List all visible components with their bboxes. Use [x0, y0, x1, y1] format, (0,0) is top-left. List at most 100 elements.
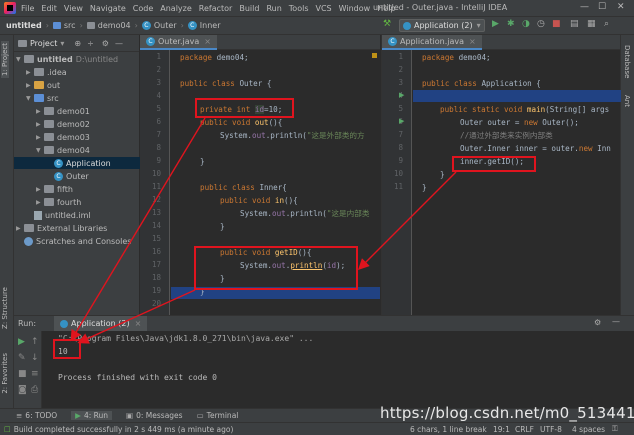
tree-item-fifth[interactable]: ▶ fifth [36, 183, 73, 195]
project-view-select[interactable]: Project [30, 39, 57, 48]
menu-analyze[interactable]: Analyze [160, 4, 192, 13]
menu-run[interactable]: Run [266, 4, 281, 13]
tree-item-outer[interactable]: C Outer [54, 170, 89, 182]
collapse-icon[interactable]: ÷ [87, 39, 94, 48]
ant-tool-tab[interactable]: Ant [623, 95, 631, 107]
breadcrumb-class-outer[interactable]: C Outer [141, 21, 177, 30]
locate-icon[interactable]: ⊕ [74, 39, 81, 48]
tree-item-demo04[interactable]: ▼ demo04 [36, 144, 90, 156]
editor-application-java[interactable]: C Application.java × 1 2 3 4 5 6 7 8 9 1… [381, 34, 621, 315]
terminal-tool-tab[interactable]: ▭ Terminal [197, 411, 239, 420]
stop-icon[interactable]: ■ [552, 19, 561, 29]
code-line: Outer outer = new Outer(); [460, 118, 579, 127]
tree-item-application[interactable]: C Application [14, 157, 140, 169]
line-separator[interactable]: CRLF [515, 425, 534, 434]
line-number: 4 [156, 91, 161, 100]
sdk-icon[interactable]: ▦ [587, 19, 596, 29]
chevron-right-icon: ▶ [36, 107, 41, 115]
menu-edit[interactable]: Edit [41, 4, 57, 13]
menu-vcs[interactable]: VCS [316, 4, 332, 13]
line-number: 15 [151, 234, 161, 243]
breadcrumb-class-inner[interactable]: C Inner [187, 21, 221, 30]
breadcrumb-package[interactable]: demo04 [86, 21, 131, 30]
menu-view[interactable]: View [64, 4, 83, 13]
tree-item-src[interactable]: ▼ src [26, 92, 59, 104]
menu-tools[interactable]: Tools [289, 4, 309, 13]
run-configuration-select[interactable]: Application (2) ▾ [399, 19, 485, 32]
caret-position[interactable]: 19:1 [493, 425, 510, 434]
tree-item-demo01[interactable]: ▶ demo01 [36, 105, 90, 117]
messages-tool-tab[interactable]: ▣ 0: Messages [126, 411, 183, 420]
maximize-icon[interactable]: ☐ [598, 2, 606, 12]
print-icon[interactable]: ⎙ [31, 385, 38, 395]
tree-item-scratches[interactable]: Scratches and Consoles [24, 235, 131, 247]
gear-icon[interactable]: ⚙ [102, 39, 109, 48]
tree-item-untitled-iml[interactable]: untitled.iml [34, 209, 91, 221]
line-number: 12 [151, 195, 161, 204]
close-tab-icon[interactable]: × [135, 319, 142, 328]
gear-icon[interactable]: ⚙ [594, 318, 601, 327]
structure-tool-tab[interactable]: Z: Structure [1, 287, 9, 329]
terminal-icon: ▭ [196, 411, 204, 420]
hide-icon[interactable]: — [115, 39, 123, 48]
search-icon[interactable]: ⌕ [604, 19, 609, 29]
breadcrumb-src[interactable]: src [52, 21, 76, 30]
scroll-down-icon[interactable]: ↓ [31, 353, 39, 363]
line-number: 2 [398, 65, 403, 74]
tree-item-demo03[interactable]: ▶ demo03 [36, 131, 90, 143]
scroll-up-icon[interactable]: ↑ [31, 337, 39, 347]
project-icon [18, 39, 27, 47]
tree-item-untitled[interactable]: ▼ untitled D:\untitled [16, 53, 118, 65]
tree-item-demo02[interactable]: ▶ demo02 [36, 118, 90, 130]
project-structure-icon[interactable]: ▤ [570, 19, 579, 29]
line-number: 9 [398, 156, 403, 165]
run-tab-application[interactable]: Application (2) × [54, 316, 148, 331]
warning-marker-icon[interactable] [372, 53, 377, 58]
menu-build[interactable]: Build [239, 4, 259, 13]
camera-icon[interactable]: ◙ [18, 385, 27, 395]
package-icon [44, 133, 54, 141]
build-hammer-icon[interactable]: ⚒ [383, 19, 391, 29]
tree-item-out[interactable]: ▶ out [26, 79, 60, 91]
run-gutter-icon[interactable]: ▶ [399, 117, 404, 125]
tree-item-external-libraries[interactable]: ▶ External Libraries [16, 222, 107, 234]
hide-icon[interactable]: — [612, 317, 620, 326]
class-icon: C [141, 21, 151, 30]
project-panel-header: Project ▾ ⊕ ÷ ⚙ — [14, 35, 139, 52]
file-encoding[interactable]: UTF-8 [540, 425, 562, 434]
debug-icon[interactable]: ✱ [507, 19, 515, 29]
database-tool-tab[interactable]: Database [623, 45, 631, 78]
chevron-down-icon[interactable]: ▾ [60, 39, 64, 48]
soft-wrap-icon[interactable]: ≡ [31, 369, 39, 379]
coverage-icon[interactable]: ◑ [522, 19, 530, 29]
menu-refactor[interactable]: Refactor [199, 4, 233, 13]
stop-icon[interactable]: ■ [18, 369, 27, 379]
todo-tool-tab[interactable]: ≡ 6: TODO [16, 411, 57, 420]
chevron-down-icon: ▼ [16, 55, 21, 63]
indent-settings[interactable]: 4 spaces [572, 425, 605, 434]
run-gutter-icon[interactable]: ▶ [399, 91, 404, 99]
close-icon[interactable]: ✕ [617, 2, 625, 12]
favorites-tool-tab[interactable]: 2: Favorites [1, 353, 9, 394]
tab-application-java[interactable]: C Application.java × [382, 34, 482, 50]
tree-item-fourth[interactable]: ▶ fourth [36, 196, 81, 208]
status-message[interactable]: Build completed successfully in 2 s 449 … [14, 425, 234, 434]
tree-item-idea[interactable]: ▶ .idea [26, 66, 67, 78]
menu-code[interactable]: Code [133, 4, 153, 13]
wrench-icon[interactable]: ✎ [18, 353, 26, 363]
menu-window[interactable]: Window [339, 4, 371, 13]
run-tool-tab[interactable]: ▶ 4: Run [71, 411, 113, 420]
breadcrumb-project[interactable]: untitled [6, 21, 42, 30]
folder-icon [34, 94, 44, 102]
profile-icon[interactable]: ◷ [537, 19, 545, 29]
project-tool-tab[interactable]: 1: Project [1, 41, 9, 78]
lock-icon[interactable]: ⚿ [612, 424, 618, 434]
run-icon[interactable]: ▶ [492, 19, 499, 29]
menu-navigate[interactable]: Navigate [90, 4, 126, 13]
menu-file[interactable]: File [21, 4, 34, 13]
close-tab-icon[interactable]: × [204, 37, 211, 46]
minimize-icon[interactable]: — [580, 2, 589, 12]
close-tab-icon[interactable]: × [469, 37, 476, 46]
tab-outer-java[interactable]: C Outer.java × [140, 34, 217, 50]
rerun-icon[interactable]: ▶ [18, 337, 25, 347]
